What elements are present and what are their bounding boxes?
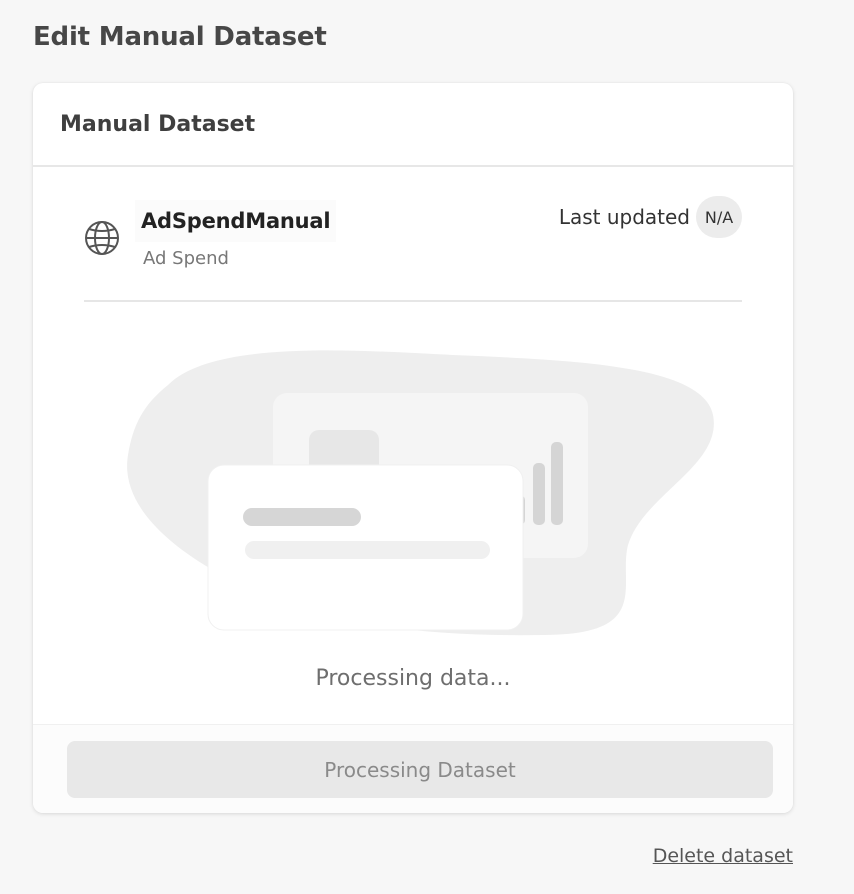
- last-updated-label: Last updated: [558, 205, 690, 229]
- card-header: Manual Dataset: [33, 83, 793, 167]
- illustration-bar-2: [533, 463, 545, 525]
- illustration-line-2: [245, 541, 490, 559]
- processing-dataset-button[interactable]: Processing Dataset: [67, 741, 773, 798]
- processing-illustration: [127, 350, 714, 636]
- last-updated-badge: N/A: [696, 196, 742, 238]
- processing-status: Processing data...: [315, 666, 511, 691]
- dataset-type: Ad Spend: [143, 248, 229, 269]
- illustration-line-1: [243, 508, 361, 526]
- card-header-title: Manual Dataset: [60, 112, 256, 137]
- globe-icon: [85, 221, 119, 255]
- page-title: Edit Manual Dataset: [33, 22, 327, 52]
- card-footer: Processing Dataset: [33, 724, 793, 813]
- dataset-row: AdSpendManual Ad Spend Last updated N/A: [84, 196, 742, 302]
- delete-dataset-link[interactable]: Delete dataset: [653, 845, 793, 867]
- last-updated: Last updated N/A: [559, 196, 742, 238]
- illustration-bar-3: [551, 442, 563, 525]
- manual-dataset-card: Manual Dataset AdSpendManual Ad Spend La…: [33, 83, 793, 813]
- dataset-name: AdSpendManual: [135, 200, 337, 242]
